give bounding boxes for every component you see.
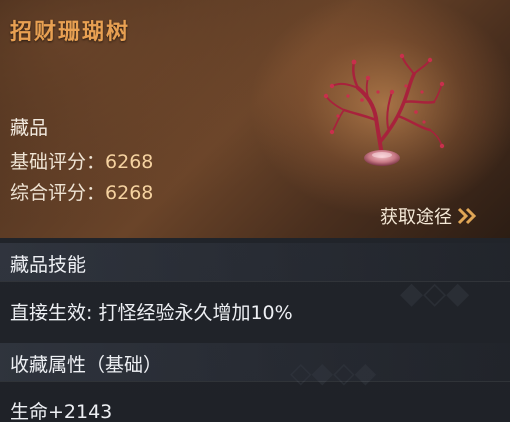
item-category: 藏品 [10,117,49,139]
hp-attribute-text: 生命+2143 [10,401,113,422]
item-header: 招财珊瑚树 藏品 基础评分：6268 综合评分：6268 获取途径 [0,0,510,238]
coral-tree-image [323,53,445,166]
skill-section-header: 藏品技能 [0,243,510,281]
divider [0,381,510,382]
acquire-source-button[interactable]: 获取途径 [380,203,478,229]
attr-section-header: 收藏属性（基础） [0,343,510,381]
total-score-value: 6268 [105,182,154,204]
divider [0,281,510,282]
total-score-label: 综合评分： [10,182,106,204]
item-name: 招财珊瑚树 [10,19,131,45]
item-detail-panel: 招财珊瑚树 藏品 基础评分：6268 综合评分：6268 获取途径 ◆◇◆ 藏品… [0,0,510,422]
double-chevron-right-icon [457,207,477,225]
attr-section-title: 收藏属性（基础） [10,354,163,376]
total-score-row: 综合评分：6268 [10,178,153,205]
base-score-value: 6268 [105,151,154,173]
base-score-row: 基础评分：6268 [10,147,153,174]
base-score-label: 基础评分： [10,151,106,173]
acquire-source-label: 获取途径 [380,207,452,228]
skill-section-title: 藏品技能 [10,254,87,276]
skill-effect-text: 直接生效: 打怪经验永久增加10% [10,302,293,324]
